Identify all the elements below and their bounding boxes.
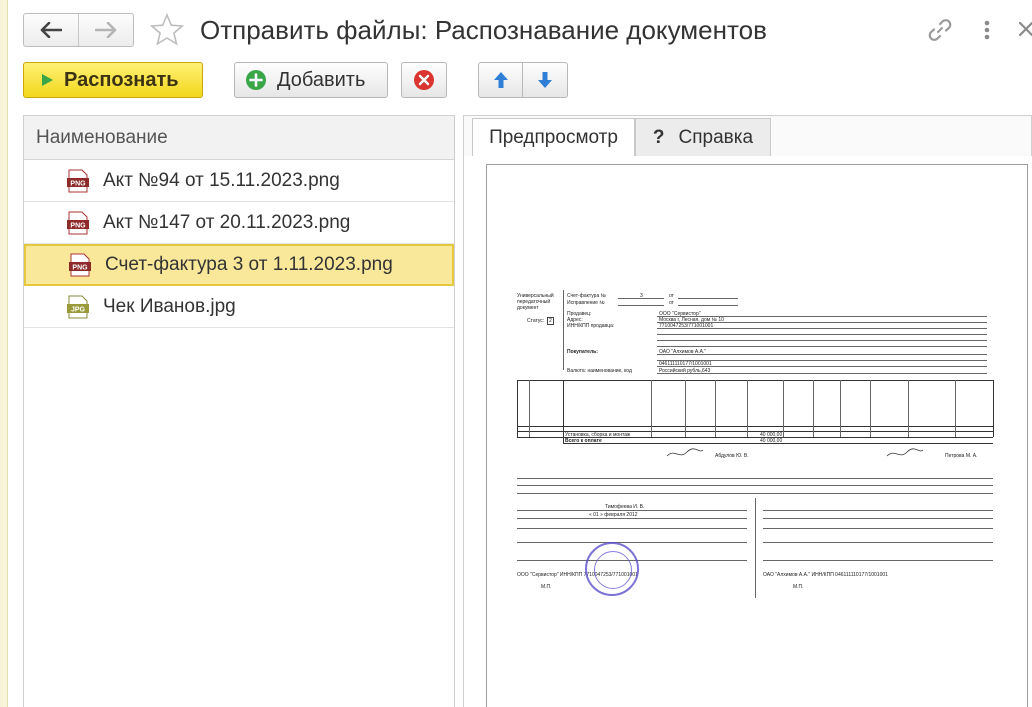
app-window: Отправить файлы: Распознавание документо… bbox=[0, 0, 1032, 707]
recognize-button[interactable]: Распознать bbox=[23, 62, 203, 98]
company-stamp bbox=[585, 542, 639, 596]
png-file-icon: PNG bbox=[67, 169, 89, 192]
list-item[interactable]: JPG Чек Иванов.jpg bbox=[24, 286, 454, 328]
png-file-icon: PNG bbox=[67, 211, 89, 234]
arrow-left-icon bbox=[40, 22, 62, 38]
star-icon[interactable] bbox=[149, 12, 185, 48]
help-icon: ? bbox=[652, 127, 665, 148]
png-file-icon: PNG bbox=[69, 253, 91, 277]
correction-label: Исправление № bbox=[567, 300, 605, 306]
move-down-button[interactable] bbox=[522, 62, 568, 98]
add-label: Добавить bbox=[277, 68, 366, 91]
doc-heading: Универсальный передаточный документ bbox=[517, 293, 554, 311]
seller-mp: М.П. bbox=[541, 584, 552, 590]
buyer-org: ОАО "Алхимов А.А." ИНН/КПП 046111110177/… bbox=[763, 572, 888, 578]
move-up-button[interactable] bbox=[478, 62, 523, 98]
tab-preview[interactable]: Предпросмотр bbox=[472, 118, 635, 158]
status-label: Статус: bbox=[527, 318, 545, 324]
arrow-down-icon bbox=[538, 72, 552, 88]
svg-text:PNG: PNG bbox=[70, 222, 86, 229]
file-name: Акт №94 от 15.11.2023.png bbox=[103, 169, 340, 191]
window-title: Отправить файлы: Распознавание документо… bbox=[200, 15, 767, 45]
play-icon bbox=[42, 74, 53, 86]
invoice-document: Универсальный передаточный документ Счет… bbox=[515, 280, 997, 600]
svg-text:JPG: JPG bbox=[71, 306, 86, 313]
list-item[interactable]: PNG Акт №94 от 15.11.2023.png bbox=[24, 160, 454, 202]
jpg-file-icon: JPG bbox=[67, 295, 89, 318]
file-name: Счет-фактура 3 от 1.11.2023.png bbox=[105, 254, 393, 275]
window-edge bbox=[0, 0, 8, 707]
file-name: Чек Иванов.jpg bbox=[103, 295, 236, 317]
file-name: Акт №147 от 20.11.2023.png bbox=[103, 211, 351, 233]
signature-mark bbox=[886, 448, 924, 457]
more-vertical-icon[interactable] bbox=[978, 16, 996, 44]
invoice-from: от bbox=[669, 293, 674, 299]
signature-mark bbox=[666, 448, 704, 457]
delete-icon bbox=[414, 70, 434, 90]
back-button[interactable] bbox=[24, 14, 78, 46]
invoice-label: Счет-фактура № bbox=[567, 293, 606, 299]
inn-label: ИНН/КПП продавца: bbox=[567, 323, 615, 329]
tab-bar: Предпросмотр ? Справка bbox=[463, 115, 1032, 158]
total-sum: 40 000,00 bbox=[760, 438, 783, 444]
document-preview[interactable]: Универсальный передаточный документ Счет… bbox=[486, 164, 1028, 707]
buyer-mp: М.П. bbox=[793, 584, 804, 590]
add-button[interactable]: Добавить bbox=[234, 62, 388, 98]
tab-help-label: Справка bbox=[678, 127, 754, 148]
total-label: Всего к оплате bbox=[565, 438, 602, 444]
signer-1: Абдулов Ю. В. bbox=[715, 453, 749, 459]
link-icon[interactable] bbox=[926, 16, 954, 44]
svg-text:PNG: PNG bbox=[70, 180, 86, 187]
correction-from: от bbox=[669, 300, 674, 306]
signer-2: Петрова М. А. bbox=[945, 453, 978, 459]
recognize-label: Распознать bbox=[64, 68, 179, 91]
forward-button[interactable] bbox=[78, 14, 133, 46]
list-item[interactable]: PNG Акт №147 от 20.11.2023.png bbox=[24, 202, 454, 244]
svg-text:PNG: PNG bbox=[72, 264, 88, 271]
arrow-right-icon bbox=[95, 22, 117, 38]
tab-help[interactable]: ? Справка bbox=[635, 118, 771, 158]
arrow-up-icon bbox=[493, 72, 508, 88]
list-item-selected[interactable]: PNG Счет-фактура 3 от 1.11.2023.png bbox=[24, 244, 454, 286]
delete-button[interactable] bbox=[401, 62, 447, 98]
list-column-header[interactable]: Наименование bbox=[24, 116, 454, 160]
add-icon bbox=[246, 70, 266, 90]
history-nav bbox=[23, 13, 134, 47]
file-list: Наименование PNG Акт №94 от 15.11.2023.p… bbox=[23, 115, 455, 707]
buyer-label: Покупатель: bbox=[567, 349, 598, 355]
status-value: 2 bbox=[547, 317, 554, 325]
close-icon[interactable] bbox=[1016, 16, 1032, 44]
currency-label: Валюта: наименование, код bbox=[567, 368, 632, 374]
